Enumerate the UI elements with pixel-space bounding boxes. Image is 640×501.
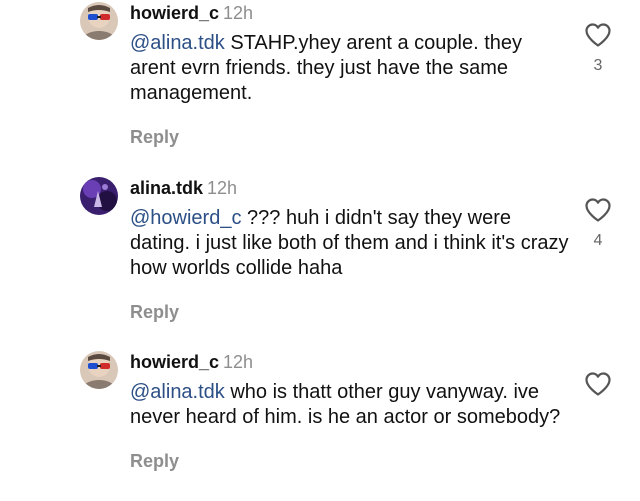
comment-timestamp: 12h <box>223 3 254 23</box>
comment-username[interactable]: howierd_c <box>130 352 219 372</box>
like-count: 4 <box>593 232 603 249</box>
user-avatar-icon <box>80 177 118 215</box>
reply-button[interactable]: Reply <box>130 301 570 323</box>
comment-meta: howierd_c 12h <box>130 2 570 24</box>
heart-icon[interactable] <box>584 197 612 223</box>
comment-meta: howierd_c 12h <box>130 351 570 373</box>
comment-text: @alina.tdk who is thatt other guy vanywa… <box>130 380 570 430</box>
comment-mention-link[interactable]: @alina.tdk <box>130 381 225 403</box>
heart-icon[interactable] <box>584 22 612 48</box>
comment-username[interactable]: alina.tdk <box>130 178 203 198</box>
avatar[interactable] <box>80 2 118 40</box>
avatar[interactable] <box>80 351 118 389</box>
comment-meta: alina.tdk 12h <box>130 177 570 199</box>
like-area: 3 <box>582 22 614 75</box>
comment-timestamp: 12h <box>223 352 254 372</box>
comment-text: @alina.tdk STAHP.yhey arent a couple. th… <box>130 31 570 106</box>
avatar[interactable] <box>80 177 118 215</box>
user-avatar-icon <box>80 2 118 40</box>
comment-mention-link[interactable]: @alina.tdk <box>130 32 225 54</box>
comment-text: @howierd_c ??? huh i didn't say they wer… <box>130 206 570 281</box>
user-avatar-icon <box>80 351 118 389</box>
like-area: 4 <box>582 197 614 250</box>
reply-button[interactable]: Reply <box>130 450 570 472</box>
comment-username[interactable]: howierd_c <box>130 3 219 23</box>
heart-icon[interactable] <box>584 371 612 397</box>
comment-timestamp: 12h <box>207 178 238 198</box>
like-count: 3 <box>593 57 603 74</box>
like-area <box>582 371 614 397</box>
reply-button[interactable]: Reply <box>130 126 570 148</box>
comment-mention-link[interactable]: @howierd_c <box>130 207 241 229</box>
